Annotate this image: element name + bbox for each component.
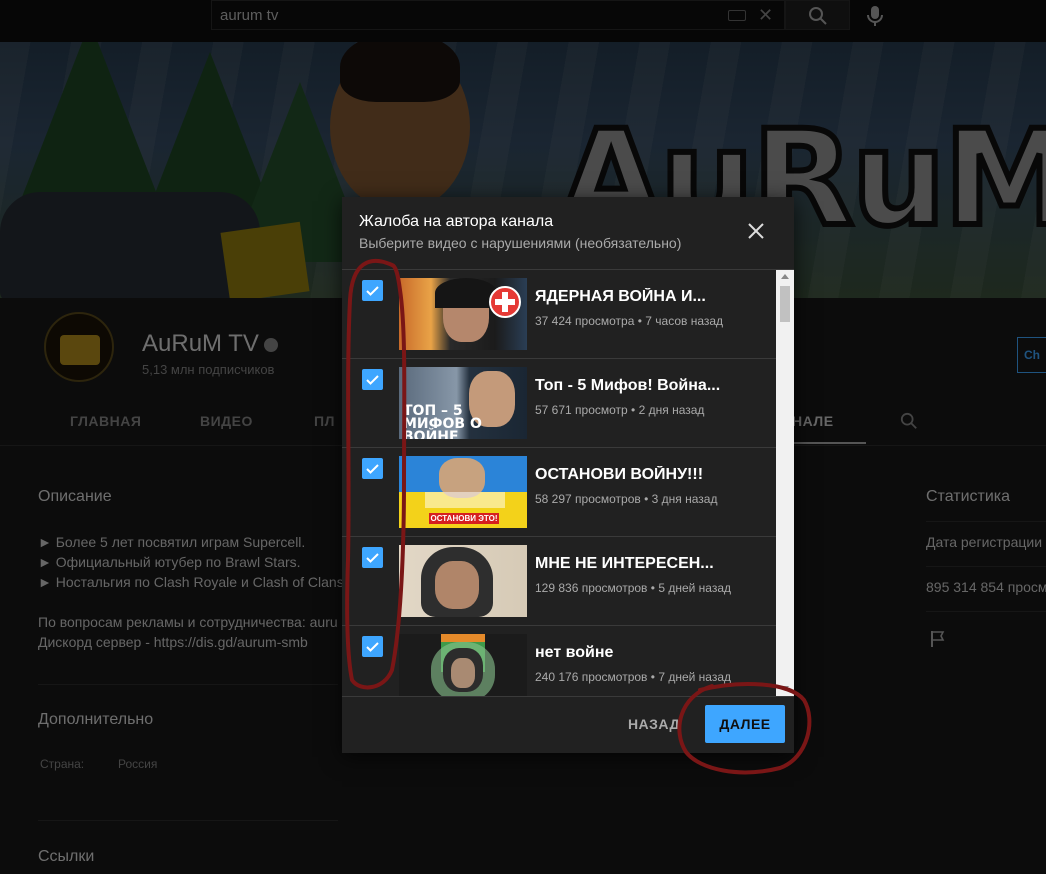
checkbox-column-annotation bbox=[345, 258, 407, 690]
next-button-annotation bbox=[677, 682, 812, 775]
annotation-overlay bbox=[345, 258, 812, 775]
